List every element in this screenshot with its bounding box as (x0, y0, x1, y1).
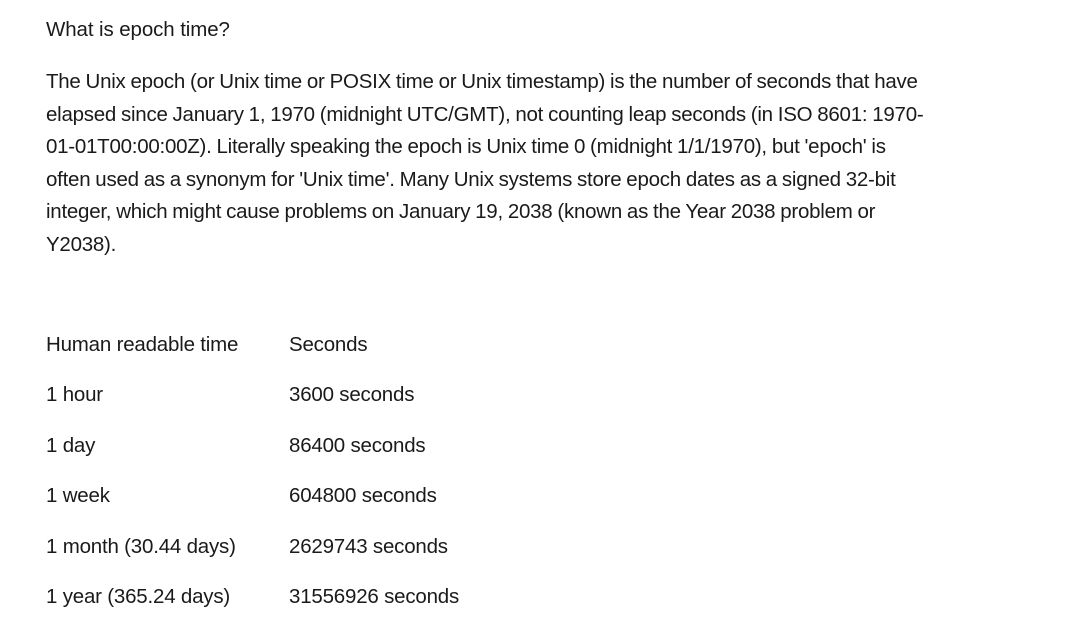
seconds-cell: 2629743 seconds (289, 534, 448, 558)
paragraph-line: The Unix epoch (or Unix time or POSIX ti… (46, 70, 918, 93)
human-readable-cell: 1 hour (46, 383, 103, 407)
paragraph-line: often used as a synonym for 'Unix time'.… (46, 167, 896, 191)
document-title: What is epoch time? (46, 18, 230, 41)
human-readable-cell: 1 week (46, 484, 110, 508)
human-readable-cell: 1 year (365.24 days) (46, 584, 231, 608)
human-readable-cell: 1 day (46, 433, 96, 457)
seconds-cell: 604800 seconds (289, 484, 437, 508)
human-readable-cell: 1 month (30.44 days) (46, 534, 236, 558)
epoch-description-paragraph: The Unix epoch (or Unix time or POSIX ti… (46, 66, 1046, 262)
seconds-cell: 3600 seconds (289, 383, 415, 407)
paragraph-line: integer, which might cause problems on J… (46, 200, 876, 224)
paragraph-line: Y2038). (46, 232, 117, 256)
paragraph-line: 01-01T00:00:00Z). Literally speaking the… (46, 135, 886, 159)
header-seconds: Seconds (289, 333, 368, 356)
seconds-cell: 86400 seconds (289, 433, 426, 457)
header-human-readable-time: Human readable time (46, 333, 239, 356)
seconds-cell: 31556926 seconds (289, 584, 460, 608)
paragraph-line: elapsed since January 1, 1970 (midnight … (46, 102, 924, 126)
